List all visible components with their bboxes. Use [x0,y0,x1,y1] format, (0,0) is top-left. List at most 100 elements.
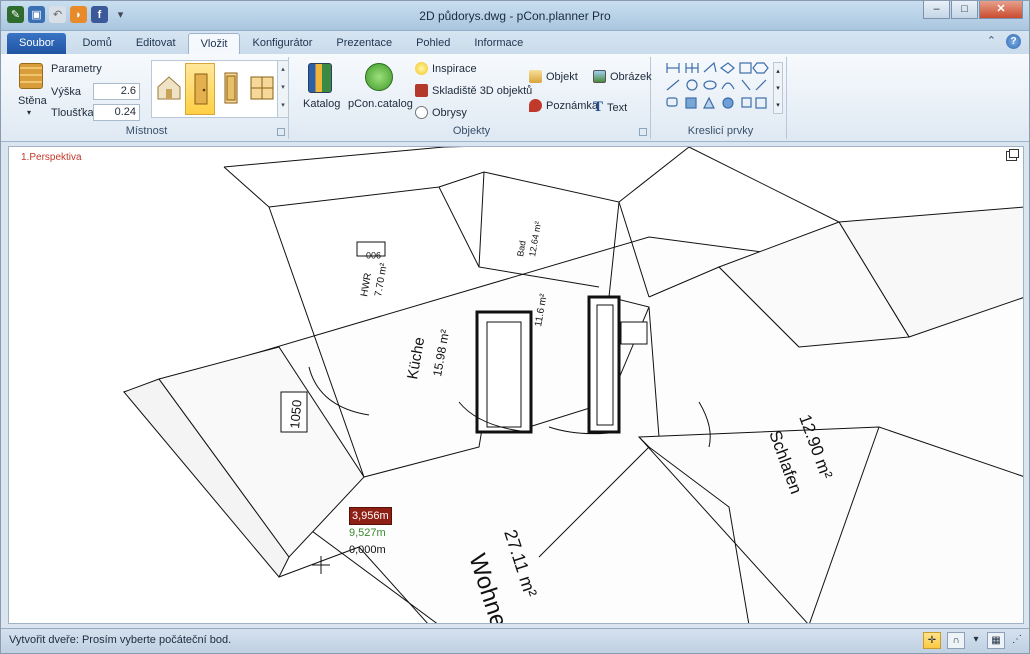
coord-y-readout: 9,527m [349,527,386,539]
group-objects-launcher[interactable] [639,128,647,136]
resize-grip-icon[interactable]: ⋰ [1011,632,1023,649]
close-button[interactable]: ✕ [979,1,1023,19]
outlines-label: Obrysy [432,106,467,119]
drawing-tools-grid[interactable] [664,60,772,114]
status-bar: Vytvořit dveře: Prosím vyberte počáteční… [1,628,1029,653]
group-room-launcher[interactable] [277,128,285,136]
tab-view[interactable]: Pohled [404,33,462,54]
door-frame-kitchen [475,310,533,434]
tab-file[interactable]: Soubor [7,33,67,54]
ribbon: Stěna ▾ Parametry Výška 2.6 Tloušťka 0.2… [1,54,1029,142]
image-button[interactable]: Obrázek [593,70,652,83]
magnet-icon[interactable]: ∩ [947,632,965,649]
floorplan-scene[interactable]: Küche 15.98 m² HWR 7.70 m² Bad 12.64 m² … [9,147,1024,624]
warehouse-icon [415,84,428,97]
coord-z-readout: 0,000m [349,544,386,556]
image-label: Obrázek [610,70,652,83]
layout-icon[interactable]: ▦ [987,632,1005,649]
door-icon[interactable] [185,63,215,115]
maximize-button[interactable]: □ [951,1,978,19]
tab-home[interactable]: Domů [70,33,123,54]
status-dropdown-icon[interactable]: ▾ [971,632,981,649]
minimize-button[interactable]: – [923,1,950,19]
group-room-title: Místnost [125,125,168,137]
text-button[interactable]: T Text [593,99,627,116]
chat-bubble-icon [666,97,678,107]
roof-window-icon[interactable] [154,63,184,115]
outlines-icon [415,106,428,119]
sphere-icon [722,97,734,109]
pcon-catalog-icon [365,63,393,91]
room-bad-name: Bad [515,240,528,258]
note-button[interactable]: Poznámka [529,99,598,112]
group-objects-title: Objekty [452,125,491,137]
warehouse-label: Skladiště 3D objektů [432,84,533,97]
wall-button[interactable]: Stěna [18,95,47,107]
room-hwr-name: HWR [359,272,374,297]
inspiration-label: Inspirace [432,62,477,75]
viewport-3d[interactable]: 1.Perspektiva Küche 15.98 m² HWR 7.70 m²… [8,146,1024,624]
polygon-icon [719,62,735,74]
door-dim-1050: 1050 [287,399,304,429]
window-icon[interactable] [216,63,246,115]
object-label: Objekt [546,70,578,83]
height-label: Výška [51,86,81,98]
pushpin-icon [529,99,542,112]
inspiration-button[interactable]: Inspirace [415,62,477,75]
tab-presentation[interactable]: Prezentace [324,33,404,54]
height-input[interactable]: 2.6 [93,83,140,100]
arrow-icon [755,79,767,91]
warehouse-button[interactable]: Skladiště 3D objektů [415,84,532,97]
thickness-input[interactable]: 0.24 [93,104,140,121]
object-icon [529,70,542,83]
coord-x-readout: 3,956m [349,507,392,525]
bath-sink [620,321,648,345]
tab-edit[interactable]: Editovat [124,33,188,54]
application-window: ✎ ▣ ↶ ◗ f ▾ 2D půdorys.dwg - pCon.planne… [0,0,1030,654]
wide-window-icon[interactable] [247,63,277,115]
line-icon [666,79,680,91]
group-drawing-title: Kreslicí prvky [687,125,754,137]
object-button[interactable]: Objekt [529,70,578,83]
window-title: 2D půdorys.dwg - pCon.planner Pro [419,9,611,23]
params-label: Parametry [51,63,102,75]
circle-icon [686,79,698,91]
grid-icon [741,97,752,108]
window-controls: – □ ✕ [923,1,1023,19]
element-gallery: ▴ ▾ ▾ [151,60,289,118]
snap-icon[interactable]: ✛ [923,632,941,649]
help-icon[interactable]: ? [1006,34,1021,49]
hexagon-icon [752,62,769,74]
thickness-label: Tloušťka [51,107,94,119]
catalog-icon [308,63,332,93]
wall-icon [19,63,43,89]
tab-info[interactable]: Informace [462,33,535,54]
status-tools: ✛ ∩ ▾ ▦ ⋰ [923,632,1023,649]
catalog-button[interactable]: Katalog [303,98,340,110]
collapse-ribbon-icon[interactable]: ⌃ [987,34,996,49]
text-icon: T [593,99,604,115]
back-wall [223,147,465,168]
ellipse-icon [703,80,717,90]
cross-icon [741,79,751,91]
ribbon-tabs: Soubor Domů Editovat Vložit Konfigurátor… [1,31,1029,54]
lightbulb-icon [415,62,428,75]
outlines-button[interactable]: Obrysy [415,106,467,119]
room-bad-area: 12.64 m² [527,221,543,258]
tab-configurator[interactable]: Konfigurátor [240,33,324,54]
door-frame-bath [587,295,621,434]
box-icon [685,97,697,109]
table-icon [755,97,767,109]
arc-icon [721,82,735,90]
gallery-scroll[interactable]: ▴ ▾ ▾ [277,61,288,117]
image-icon [593,70,606,83]
angle-icon [703,61,717,73]
drawing-gallery-scroll[interactable]: ▴ ▾ ▾ [773,62,783,114]
door-dim-900: 900 [366,250,381,260]
title-bar: ✎ ▣ ↶ ◗ f ▾ 2D půdorys.dwg - pCon.planne… [1,1,1029,31]
drawing-tools-icons[interactable] [664,60,772,114]
wall-dropdown-icon[interactable]: ▾ [27,108,31,117]
room-hwr-area: 7.70 m² [373,262,390,298]
pcon-catalog-button[interactable]: pCon.catalog [348,98,413,110]
tab-insert[interactable]: Vložit [187,33,241,54]
